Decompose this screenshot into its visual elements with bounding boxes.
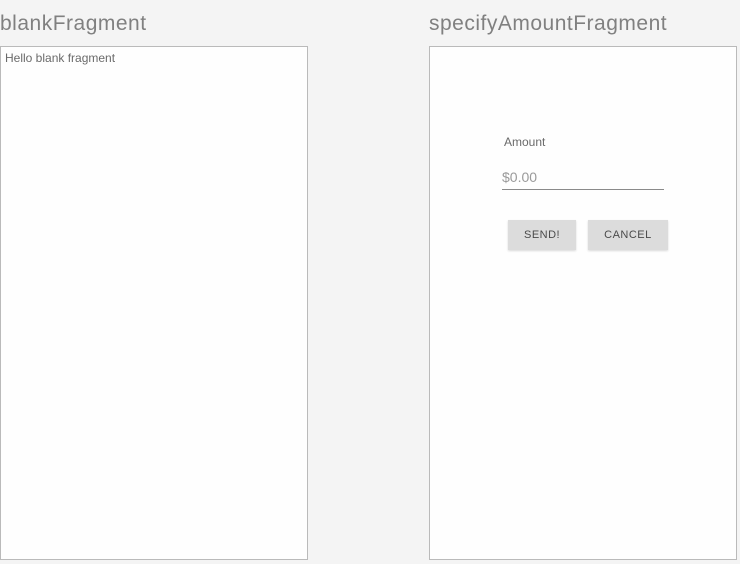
specify-amount-fragment-frame: Amount SEND! CANCEL [429, 46, 737, 560]
amount-label: Amount [504, 135, 706, 149]
blank-fragment-text: Hello blank fragment [1, 47, 307, 69]
cancel-button[interactable]: CANCEL [588, 220, 668, 250]
specify-amount-fragment-column: specifyAmountFragment Amount SEND! CANCE… [429, 0, 738, 560]
button-row: SEND! CANCEL [508, 220, 706, 250]
specify-amount-fragment-title: specifyAmountFragment [429, 0, 738, 46]
amount-form: Amount SEND! CANCEL [430, 47, 736, 250]
blank-fragment-column: blankFragment Hello blank fragment [0, 0, 309, 560]
fragments-container: blankFragment Hello blank fragment speci… [0, 0, 740, 560]
blank-fragment-title: blankFragment [0, 0, 309, 46]
amount-input[interactable] [502, 167, 664, 190]
blank-fragment-frame: Hello blank fragment [0, 46, 308, 560]
send-button[interactable]: SEND! [508, 220, 576, 250]
